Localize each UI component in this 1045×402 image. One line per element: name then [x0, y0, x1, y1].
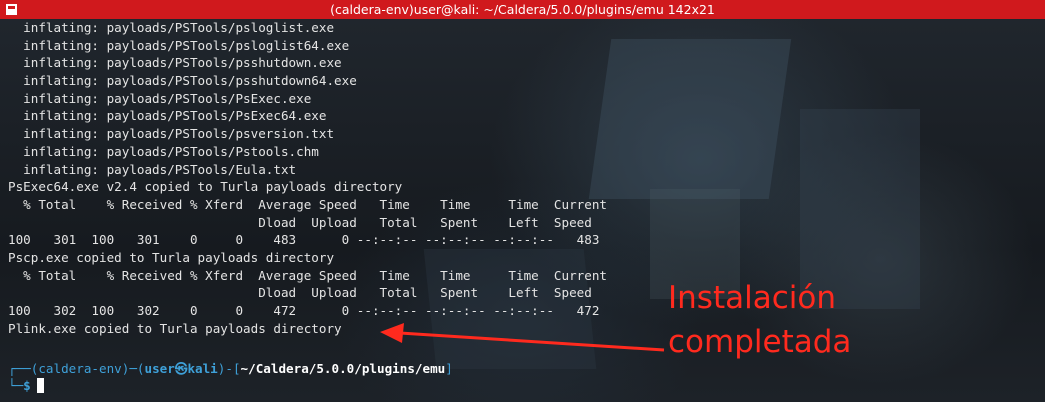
wallpaper-robot-shape	[588, 39, 792, 199]
prompt-at-icon: ㉿	[174, 361, 188, 376]
terminal-area[interactable]: inflating: payloads/PSTools/psloglist.ex…	[0, 19, 1045, 402]
terminal-line: Plink.exe copied to Turla payloads direc…	[8, 320, 342, 336]
prompt-env: (caldera-env)	[30, 361, 130, 376]
prompt-user: user	[144, 361, 175, 376]
terminal-line: inflating: payloads/PSTools/Eula.txt	[8, 161, 297, 177]
terminal-line: Dload Upload Total Spent Left Speed	[8, 214, 592, 230]
prompt-host: kali	[187, 361, 218, 376]
terminal-line: Dload Upload Total Spent Left Speed	[8, 285, 592, 301]
prompt-path: ~/Caldera/5.0.0/plugins/emu	[240, 361, 446, 376]
terminal-line: inflating: payloads/PSTools/psshutdown.e…	[8, 55, 342, 71]
terminal-line: inflating: payloads/PSTools/psloglist.ex…	[8, 20, 335, 35]
terminal-line: 100 302 100 302 0 0 472 0 --:--:-- --:--…	[8, 303, 600, 318]
terminal-output: inflating: payloads/PSTools/psloglist.ex…	[8, 19, 607, 337]
terminal-line: inflating: payloads/PSTools/psshutdown64…	[8, 73, 357, 89]
prompt-separator: )-[	[217, 361, 241, 376]
prompt-corner-top: ┌──	[8, 361, 31, 376]
terminal-line: % Total % Received % Xferd Average Speed…	[8, 267, 607, 283]
prompt-bracket-close: ]	[445, 361, 453, 376]
terminal-line: inflating: payloads/PSTools/psloglist64.…	[8, 37, 350, 53]
shell-prompt-line1: ┌──(caldera-env)─(user㉿kali)-[~/Caldera/…	[8, 360, 453, 378]
terminal-line: inflating: payloads/PSTools/PsExec64.exe	[8, 108, 327, 124]
prompt-symbol: $	[23, 378, 31, 393]
annotation-label: Instalación completada	[668, 280, 852, 360]
text-cursor	[36, 378, 44, 393]
terminal-line: inflating: payloads/PSTools/Pstools.chm	[8, 143, 319, 159]
terminal-line: 100 301 100 301 0 0 483 0 --:--:-- --:--…	[8, 232, 600, 248]
terminal-line: % Total % Received % Xferd Average Speed…	[8, 196, 607, 212]
prompt-corner-bottom: └─	[8, 378, 24, 393]
terminal-line: Pscp.exe copied to Turla payloads direct…	[8, 249, 335, 265]
window-title: (caldera-env)user@kali: ~/Caldera/5.0.0/…	[330, 2, 715, 17]
shell-prompt-line2[interactable]: └─$	[8, 377, 44, 395]
terminal-menu-icon[interactable]	[6, 4, 17, 15]
terminal-line: inflating: payloads/PSTools/psversion.tx…	[8, 126, 335, 142]
window-titlebar[interactable]: (caldera-env)user@kali: ~/Caldera/5.0.0/…	[0, 0, 1045, 19]
terminal-line: PsExec64.exe v2.4 copied to Turla payloa…	[8, 179, 403, 195]
terminal-line: inflating: payloads/PSTools/PsExec.exe	[8, 90, 312, 106]
prompt-separator: ─(	[129, 361, 145, 376]
